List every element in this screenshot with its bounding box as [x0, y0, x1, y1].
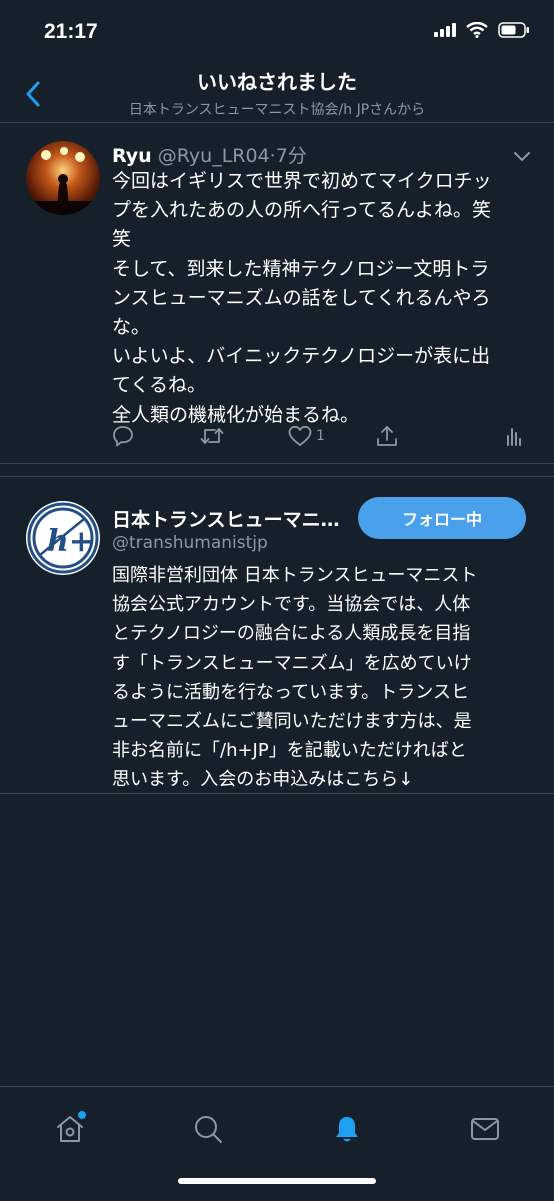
profile-logo-text: h+ — [47, 524, 94, 559]
section-divider — [0, 464, 554, 477]
battery-icon — [498, 22, 529, 38]
tweet-actions: 1 — [112, 425, 532, 455]
navigation-header: いいねされました 日本トランスヒューマニスト協会/h JPさんから — [0, 66, 554, 123]
tweet-time: ·7分 — [269, 145, 307, 167]
notifications-icon — [336, 1117, 358, 1142]
profile-avatar[interactable]: h+ — [26, 501, 100, 575]
profile-bio-line: るように活動を行なっています。トランスヒ — [112, 681, 469, 703]
system-icons — [434, 22, 530, 38]
concert-photo-icon — [26, 141, 100, 215]
page-title: いいねされました — [197, 70, 357, 94]
analytics-icon — [507, 428, 521, 446]
retweet-icon — [200, 428, 224, 444]
retweet-button[interactable] — [200, 425, 224, 447]
profile-bio-line: 思います。入会のお申込みはこちら↓ — [112, 769, 414, 791]
user-profile-card[interactable]: h+ 日本トランスヒューマニスト協会/h JP @transhumanistjp… — [0, 477, 554, 794]
tweet-menu-button[interactable] — [514, 147, 530, 166]
transhumanist-logo-icon: h+ — [27, 502, 99, 574]
profile-name[interactable]: 日本トランスヒューマニスト協会/h JP — [112, 505, 348, 532]
tweet-author-handle[interactable]: @Ryu_LR04 — [158, 145, 270, 167]
back-button[interactable] — [18, 76, 48, 112]
back-chevron-icon — [26, 81, 40, 107]
reply-icon — [113, 426, 133, 447]
tweet-text-line: てくるね。 — [112, 374, 207, 397]
tweet-avatar[interactable] — [26, 141, 100, 215]
profile-bio: 国際非営利団体 日本トランスヒューマニスト 協会公式アカウントです。当協会では、… — [112, 561, 532, 795]
tweet-text-line: ンスヒューマニズムの話をしてくれるんやろ — [112, 286, 491, 309]
profile-handle[interactable]: @transhumanistjp — [112, 533, 268, 553]
profile-bio-line: 非お名前に「/h+JP」を記載いただければと — [112, 740, 467, 762]
profile-bio-line: とテクノロジーの融合による人類成長を目指 — [112, 623, 471, 645]
analytics-button[interactable] — [506, 425, 522, 447]
tweet-card[interactable]: Ryu @Ryu_LR04·7分 今回はイギリスで世界で初めてマイクロチッ プを… — [0, 123, 554, 464]
tab-notifications[interactable] — [327, 1109, 367, 1149]
following-button[interactable]: フォロー中 — [358, 497, 526, 539]
tab-messages[interactable] — [465, 1109, 505, 1149]
tweet-text-line: な。 — [112, 316, 151, 339]
like-count: 1 — [316, 428, 325, 444]
new-content-dot — [78, 1111, 86, 1119]
profile-bio-line: ューマニズムにご賛同いただけます方は、是 — [112, 711, 472, 733]
profile-bio-line: 国際非営利団体 日本トランスヒューマニスト — [112, 565, 478, 586]
tweet-text-line: 笑 — [112, 228, 132, 251]
tweet-text-line: そして、到来した精神テクノロジー文明トラ — [112, 257, 490, 280]
like-icon — [288, 425, 312, 446]
tweet-text-line: いよいよ、バイニックテクノロジーが表に出 — [112, 345, 491, 368]
tab-home[interactable] — [50, 1109, 90, 1149]
home-indicator[interactable] — [178, 1178, 376, 1184]
wifi-icon — [466, 22, 488, 38]
tweet-text-line: 今回はイギリスで世界で初めてマイクロチッ — [112, 170, 492, 192]
messages-icon — [471, 1118, 499, 1140]
page-subtitle: 日本トランスヒューマニスト協会/h JPさんから — [128, 102, 426, 118]
tweet-header: Ryu @Ryu_LR04·7分 — [112, 141, 307, 168]
tweet-text: 今回はイギリスで世界で初めてマイクロチッ プを入れたあの人の所へ行ってるんよね。… — [112, 167, 532, 430]
tweet-text-line: プを入れたあの人の所へ行ってるんよね。笑 — [112, 199, 492, 222]
status-bar: 21:17 — [0, 0, 554, 64]
status-time: 21:17 — [44, 20, 98, 43]
share-button[interactable] — [376, 425, 398, 447]
cellular-signal-icon — [434, 23, 456, 37]
share-icon — [377, 426, 397, 446]
search-icon — [195, 1116, 222, 1143]
profile-bio-line: す「トランスヒューマニズム」を広めていけ — [112, 652, 472, 674]
tweet-author-name[interactable]: Ryu — [112, 145, 152, 167]
tab-search[interactable] — [188, 1109, 228, 1149]
reply-button[interactable] — [112, 425, 134, 447]
profile-bio-line: 協会公式アカウントです。当協会では、人体 — [112, 594, 471, 616]
like-button[interactable]: 1 — [288, 425, 325, 447]
chevron-down-icon — [514, 152, 530, 162]
